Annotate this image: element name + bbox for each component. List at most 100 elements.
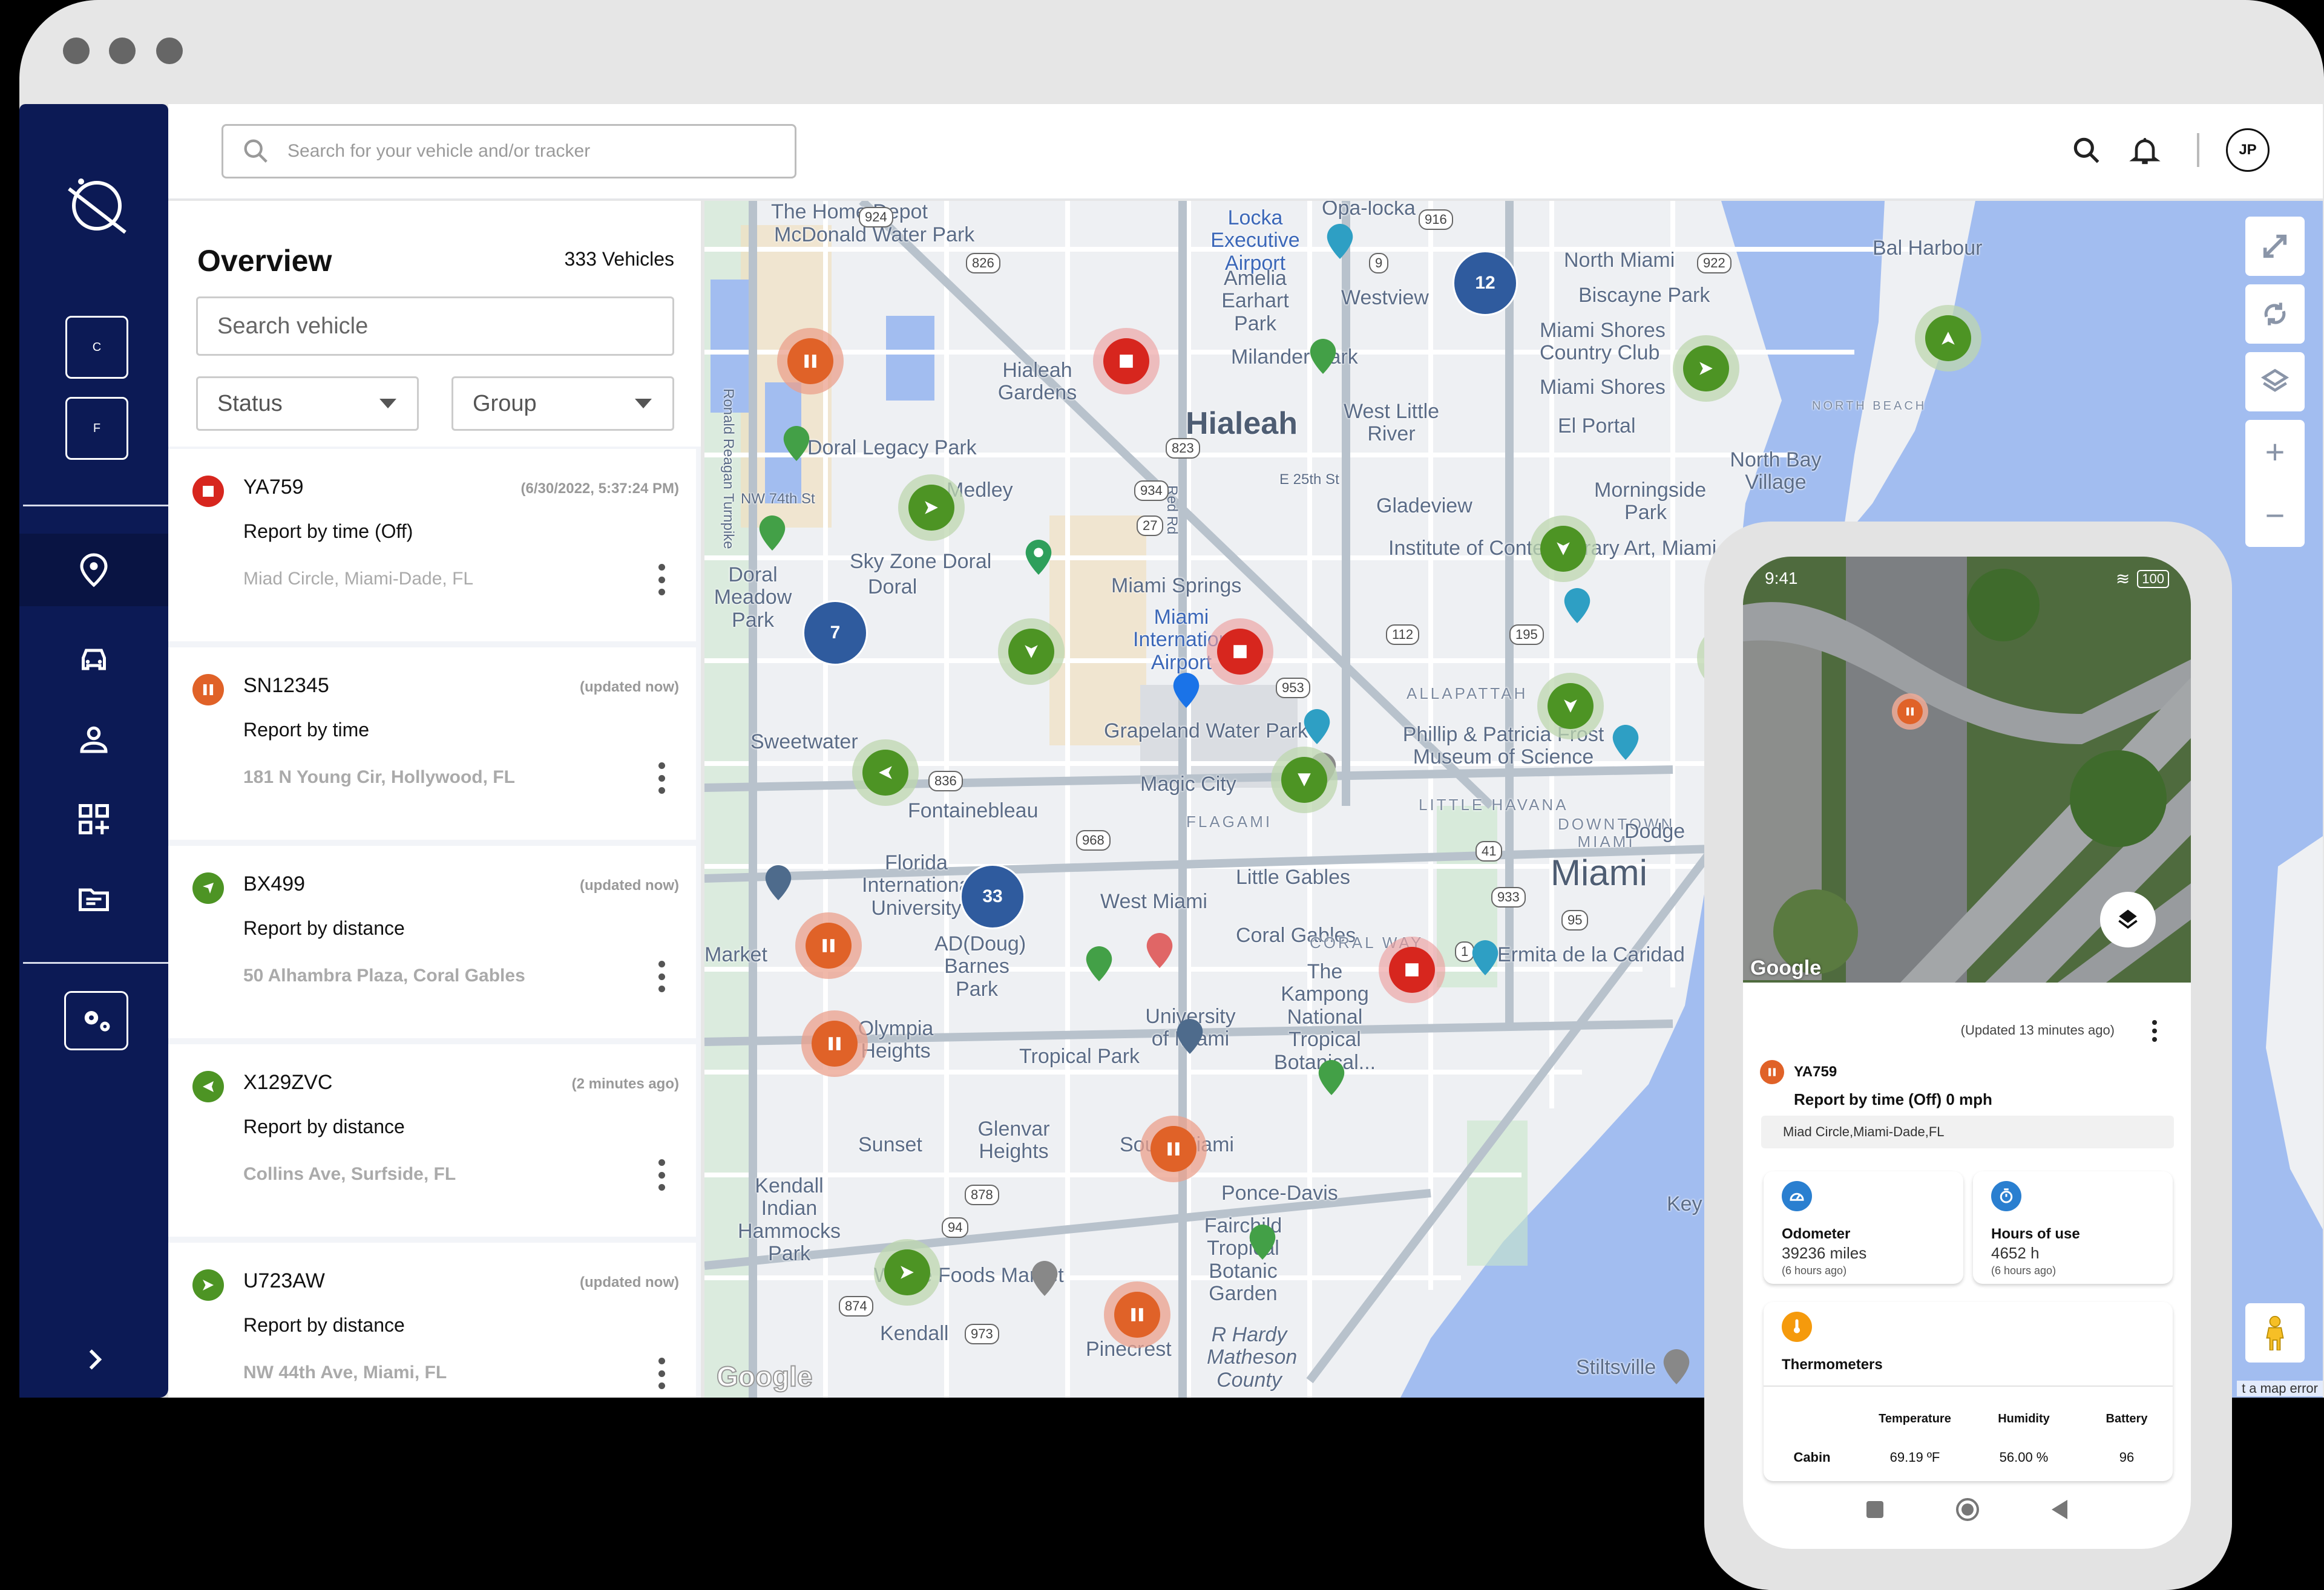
vehicle-marker-paused[interactable]: [1140, 1116, 1207, 1182]
vehicle-marker-moving[interactable]: [898, 474, 965, 541]
landmark-pin-icon[interactable]: [1663, 1349, 1690, 1384]
sidebar-item-users[interactable]: [19, 703, 168, 776]
hours-of-use-card[interactable]: Hours of use 4652 h (6 hours ago): [1973, 1171, 2173, 1284]
university-pin-icon[interactable]: [765, 865, 792, 900]
vehicle-marker-stopped[interactable]: [1379, 937, 1445, 1003]
park-pin-icon[interactable]: [783, 426, 810, 461]
add-widget-icon: [79, 804, 109, 834]
vehicle-list-item[interactable]: U723AW (updated now) Report by distance …: [168, 1243, 696, 1398]
more-options-icon[interactable]: [652, 760, 671, 796]
vehicle-marker-moving[interactable]: [1271, 747, 1338, 813]
global-search[interactable]: [222, 124, 796, 178]
shopping-pin-icon[interactable]: [1031, 1261, 1058, 1296]
thermometers-card[interactable]: Thermometers Temperature Humidity Batter…: [1764, 1302, 2173, 1481]
user-avatar[interactable]: JP: [2226, 128, 2270, 172]
garden-pin-icon[interactable]: [1318, 1060, 1345, 1095]
layers-button[interactable]: [2245, 352, 2305, 411]
settings-button[interactable]: [64, 991, 128, 1050]
temperature-value: 69.19 ºF: [1889, 1450, 1940, 1465]
home-button[interactable]: [1956, 1498, 1979, 1521]
window-dot-maximize[interactable]: [156, 38, 183, 64]
airport-pin-icon[interactable]: [1173, 673, 1200, 708]
vehicle-marker-moving[interactable]: [998, 618, 1065, 685]
window-dot-minimize[interactable]: [109, 38, 136, 64]
sidebar-item-map[interactable]: [19, 534, 168, 606]
map-label: Locka Executive Airport: [1210, 206, 1300, 275]
phone-status-bar: 9:41 ≋ 100: [1765, 569, 2169, 589]
place-pin-icon[interactable]: [1025, 540, 1052, 575]
vehicle-marker-stopped[interactable]: [1093, 328, 1160, 394]
window-dot-close[interactable]: [63, 38, 90, 64]
vehicle-marker-stopped[interactable]: [1207, 618, 1273, 685]
more-options-icon[interactable]: [652, 958, 671, 995]
shortcut-button-c[interactable]: C: [65, 316, 128, 379]
header-search-button[interactable]: [2067, 131, 2106, 170]
zoom-in-button[interactable]: +: [2265, 434, 2285, 469]
vehicle-marker-paused[interactable]: [795, 912, 862, 979]
vehicle-marker-moving[interactable]: [874, 1239, 940, 1306]
vehicle-marker-paused[interactable]: [1892, 693, 1928, 730]
vehicle-marker-moving[interactable]: [1915, 305, 1981, 371]
status-filter-select[interactable]: Status: [196, 376, 419, 431]
camera-pin-icon[interactable]: [1472, 940, 1498, 975]
street-view-button[interactable]: [2245, 1303, 2305, 1363]
expand-sidebar-button[interactable]: [74, 1338, 116, 1381]
park-pin-icon[interactable]: [759, 515, 786, 551]
global-search-input[interactable]: [287, 141, 772, 162]
vehicle-cluster[interactable]: 7: [803, 600, 868, 666]
vehicle-marker-paused[interactable]: [801, 1010, 868, 1077]
sidebar-item-reports[interactable]: [19, 863, 168, 935]
odometer-card[interactable]: Odometer 39236 miles (6 hours ago): [1764, 1171, 1963, 1284]
google-attribution: Google: [1750, 957, 1822, 980]
university-pin-icon[interactable]: [1177, 1019, 1203, 1054]
park-pin-icon[interactable]: [1310, 339, 1336, 374]
amusement-park-pin-icon[interactable]: [1327, 224, 1353, 259]
vehicle-cluster[interactable]: 33: [960, 864, 1025, 929]
overview-title: Overview: [197, 244, 332, 278]
vehicle-marker-moving[interactable]: [1673, 335, 1739, 402]
map-layers-button[interactable]: [2100, 892, 2156, 947]
vehicle-list-item[interactable]: BX499 (updated now) Report by distance 5…: [168, 846, 696, 1038]
hours-updated: (6 hours ago): [1991, 1264, 2056, 1277]
vehicle-list-item[interactable]: SN12345 (updated now) Report by time 181…: [168, 647, 696, 840]
more-options-icon[interactable]: [652, 1157, 671, 1193]
notifications-button[interactable]: [2125, 131, 2164, 170]
vehicle-marker-moving[interactable]: [1537, 673, 1604, 739]
more-options-icon[interactable]: [652, 561, 671, 598]
back-button[interactable]: [2052, 1500, 2067, 1519]
satellite-map[interactable]: 9:41 ≋ 100 Google: [1743, 557, 2191, 983]
sidebar-item-widgets[interactable]: [19, 783, 168, 856]
more-options-icon[interactable]: [652, 1355, 671, 1392]
hospital-pin-icon[interactable]: [1146, 933, 1173, 968]
paused-status-icon: [1760, 1060, 1784, 1084]
recents-button[interactable]: [1866, 1501, 1883, 1518]
amusement-park-pin-icon[interactable]: [1304, 709, 1330, 744]
garden-pin-icon[interactable]: [1249, 1225, 1276, 1260]
vehicle-marker-moving[interactable]: [852, 739, 919, 806]
fullscreen-button[interactable]: [2245, 217, 2305, 276]
shortcut-button-f[interactable]: F: [65, 397, 128, 460]
vehicle-list-item[interactable]: X129ZVC (2 minutes ago) Report by distan…: [168, 1044, 696, 1237]
report-map-error-link[interactable]: t a map error: [2237, 1381, 2323, 1396]
vehicle-updated-time: (updated now): [580, 1274, 679, 1291]
sidebar-divider: [23, 505, 168, 506]
museum-pin-icon[interactable]: [1612, 725, 1639, 760]
group-filter-select[interactable]: Group: [451, 376, 674, 431]
vehicle-report-type: Report by distance: [243, 1116, 405, 1137]
sidebar-item-vehicles[interactable]: [19, 623, 168, 696]
vehicle-marker-moving[interactable]: [1530, 515, 1597, 582]
map-label: Tropical Park: [1019, 1045, 1140, 1068]
planet-logo-icon[interactable]: [56, 165, 134, 243]
more-options-icon[interactable]: [2150, 1020, 2159, 1042]
route-shield: 878: [965, 1185, 999, 1205]
vehicle-marker-paused[interactable]: [1104, 1281, 1170, 1348]
zoom-out-button[interactable]: −: [2265, 498, 2285, 532]
vehicle-cluster[interactable]: 12: [1452, 250, 1518, 316]
park-pin-icon[interactable]: [1086, 946, 1112, 981]
map-label: AD(Doug) Barnes Park: [934, 932, 1026, 1001]
vehicle-search-input[interactable]: [196, 296, 674, 356]
vehicle-list-item[interactable]: YA759 (6/30/2022, 5:37:24 PM) Report by …: [168, 449, 696, 641]
vehicle-marker-paused[interactable]: [777, 328, 844, 394]
refresh-button[interactable]: [2245, 284, 2305, 344]
museum-pin-icon[interactable]: [1564, 588, 1590, 623]
